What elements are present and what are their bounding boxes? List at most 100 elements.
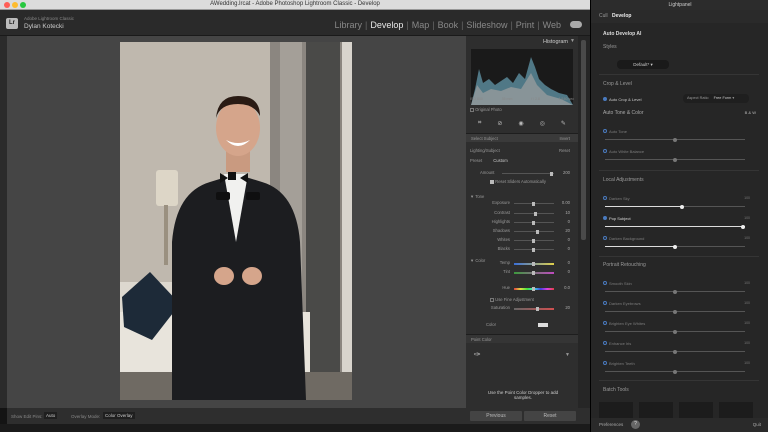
portrait-toggle[interactable] xyxy=(603,281,607,285)
tone-row-value[interactable]: 0 xyxy=(568,246,570,251)
reset-button[interactable]: Reset xyxy=(524,411,576,421)
cloud-icon[interactable] xyxy=(570,21,582,28)
batch-tool-2[interactable] xyxy=(639,402,673,418)
color-row-value[interactable]: 0 xyxy=(568,260,570,265)
module-print[interactable]: Print xyxy=(513,20,538,30)
color-slider[interactable] xyxy=(514,286,554,291)
collapse-triangle-icon[interactable]: ▼ xyxy=(570,38,575,44)
module-map[interactable]: Map xyxy=(409,20,433,30)
tone-slider[interactable] xyxy=(514,211,554,216)
module-library[interactable]: Library xyxy=(331,20,365,30)
color-row-value[interactable]: 0.0 xyxy=(564,285,570,290)
portrait-slider[interactable] xyxy=(605,349,745,354)
module-slideshow[interactable]: Slideshow xyxy=(463,20,510,30)
color-row-value[interactable]: 20 xyxy=(565,305,570,310)
help-icon[interactable]: ? xyxy=(631,420,640,429)
color-row-value[interactable]: 0 xyxy=(568,269,570,274)
redeye-tool-icon[interactable]: ◉ xyxy=(518,120,523,127)
color-knob[interactable] xyxy=(532,261,535,266)
photo-canvas[interactable] xyxy=(7,36,466,408)
masking-tool-icon[interactable]: ◎ xyxy=(540,120,545,127)
preset-row[interactable]: Preset Custom xyxy=(470,158,574,163)
tone-row-value[interactable]: 10 xyxy=(565,210,570,215)
tone-knob[interactable] xyxy=(534,211,537,216)
select-subject-row[interactable]: Select Subject Invert xyxy=(466,133,578,142)
tab-cull[interactable]: Cull xyxy=(599,10,608,23)
amount-knob[interactable] xyxy=(550,171,553,176)
tone-knob[interactable] xyxy=(532,201,535,206)
color-knob[interactable] xyxy=(532,286,535,291)
portrait-knob[interactable] xyxy=(673,349,677,354)
local-adjustment-knob[interactable] xyxy=(741,224,745,229)
portrait-knob[interactable] xyxy=(673,309,677,314)
show-edit-pins-select[interactable]: Auto xyxy=(44,412,58,419)
portrait-toggle[interactable] xyxy=(603,321,607,325)
color-slider[interactable] xyxy=(514,306,554,311)
invert-toggle[interactable]: Invert xyxy=(560,136,570,141)
overlay-mode-select[interactable]: Color Overlay xyxy=(103,412,135,419)
portrait-slider[interactable] xyxy=(605,329,745,334)
local-adjustment-slider[interactable] xyxy=(605,244,745,249)
wedding-photo[interactable] xyxy=(120,42,352,400)
auto-tone-toggle[interactable] xyxy=(603,129,607,133)
module-develop[interactable]: Develop xyxy=(367,20,406,30)
crop-tool-icon[interactable]: ⌗ xyxy=(478,120,481,127)
right-panel-scrollbar[interactable] xyxy=(578,36,590,408)
auto-wb-toggle[interactable] xyxy=(603,149,607,153)
auto-tone-slider[interactable] xyxy=(605,137,745,142)
portrait-knob[interactable] xyxy=(673,289,677,294)
original-photo-checkbox[interactable]: Original Photo xyxy=(470,107,574,112)
histogram-header[interactable]: Histogram ▼ xyxy=(466,36,578,48)
portrait-slider[interactable] xyxy=(605,289,745,294)
auto-wb-slider[interactable] xyxy=(605,157,745,162)
portrait-toggle[interactable] xyxy=(603,301,607,305)
tone-knob[interactable] xyxy=(536,229,539,234)
tone-slider[interactable] xyxy=(514,247,554,252)
portrait-knob[interactable] xyxy=(673,369,677,374)
local-adjustment-toggle[interactable] xyxy=(603,216,607,220)
style-dropdown[interactable]: Default* ▾ xyxy=(617,60,669,69)
eyedropper-icon[interactable]: ✑ xyxy=(474,350,484,360)
amount-slider[interactable] xyxy=(502,171,554,176)
color-slider[interactable] xyxy=(514,270,554,275)
portrait-slider[interactable] xyxy=(605,309,745,314)
local-adjustment-slider[interactable] xyxy=(605,224,745,229)
portrait-toggle[interactable] xyxy=(603,361,607,365)
preset-value[interactable]: Custom xyxy=(493,158,507,163)
tone-slider[interactable] xyxy=(514,201,554,206)
tone-row-value[interactable]: 0 xyxy=(568,237,570,242)
bw-toggle[interactable]: B & W xyxy=(745,110,756,115)
reset-sliders-checkbox[interactable]: Reset Sliders Automatically xyxy=(490,179,574,184)
tab-develop[interactable]: Develop xyxy=(612,10,631,23)
color-swatch[interactable] xyxy=(538,323,548,327)
tone-slider[interactable] xyxy=(514,220,554,225)
tone-header[interactable]: ▼ Tone xyxy=(470,194,574,199)
batch-tool-1[interactable] xyxy=(599,402,633,418)
scrollbar-thumb[interactable] xyxy=(581,40,586,240)
batch-tool-4[interactable] xyxy=(719,402,753,418)
auto-crop-toggle[interactable] xyxy=(603,97,607,101)
point-color-dropdown-icon[interactable]: ▼ xyxy=(565,352,570,358)
previous-button[interactable]: Previous xyxy=(470,411,522,421)
left-panel-collapsed[interactable] xyxy=(0,36,7,408)
amount-value[interactable]: 200 xyxy=(563,170,570,175)
color-knob[interactable] xyxy=(536,306,539,311)
auto-wb-knob[interactable] xyxy=(673,157,677,162)
module-book[interactable]: Book xyxy=(435,20,462,30)
local-adjustment-toggle[interactable] xyxy=(603,196,607,200)
point-color-header[interactable]: Point Color xyxy=(466,334,578,343)
quit-button[interactable]: Quit xyxy=(753,422,761,427)
tone-row-value[interactable]: 20 xyxy=(565,228,570,233)
tone-row-value[interactable]: 0 xyxy=(568,219,570,224)
local-adjustment-slider[interactable] xyxy=(605,204,745,209)
color-knob[interactable] xyxy=(532,270,535,275)
portrait-toggle[interactable] xyxy=(603,341,607,345)
filmstrip-collapsed[interactable] xyxy=(0,424,590,432)
mask-reset[interactable]: Reset xyxy=(559,148,570,153)
color-slider[interactable] xyxy=(514,261,554,266)
tone-knob[interactable] xyxy=(532,247,535,252)
tone-slider[interactable] xyxy=(514,229,554,234)
batch-tool-3[interactable] xyxy=(679,402,713,418)
fine-adjust-checkbox[interactable]: Use Fine Adjustment xyxy=(490,297,574,302)
brush-tool-icon[interactable]: ✎ xyxy=(561,120,566,127)
